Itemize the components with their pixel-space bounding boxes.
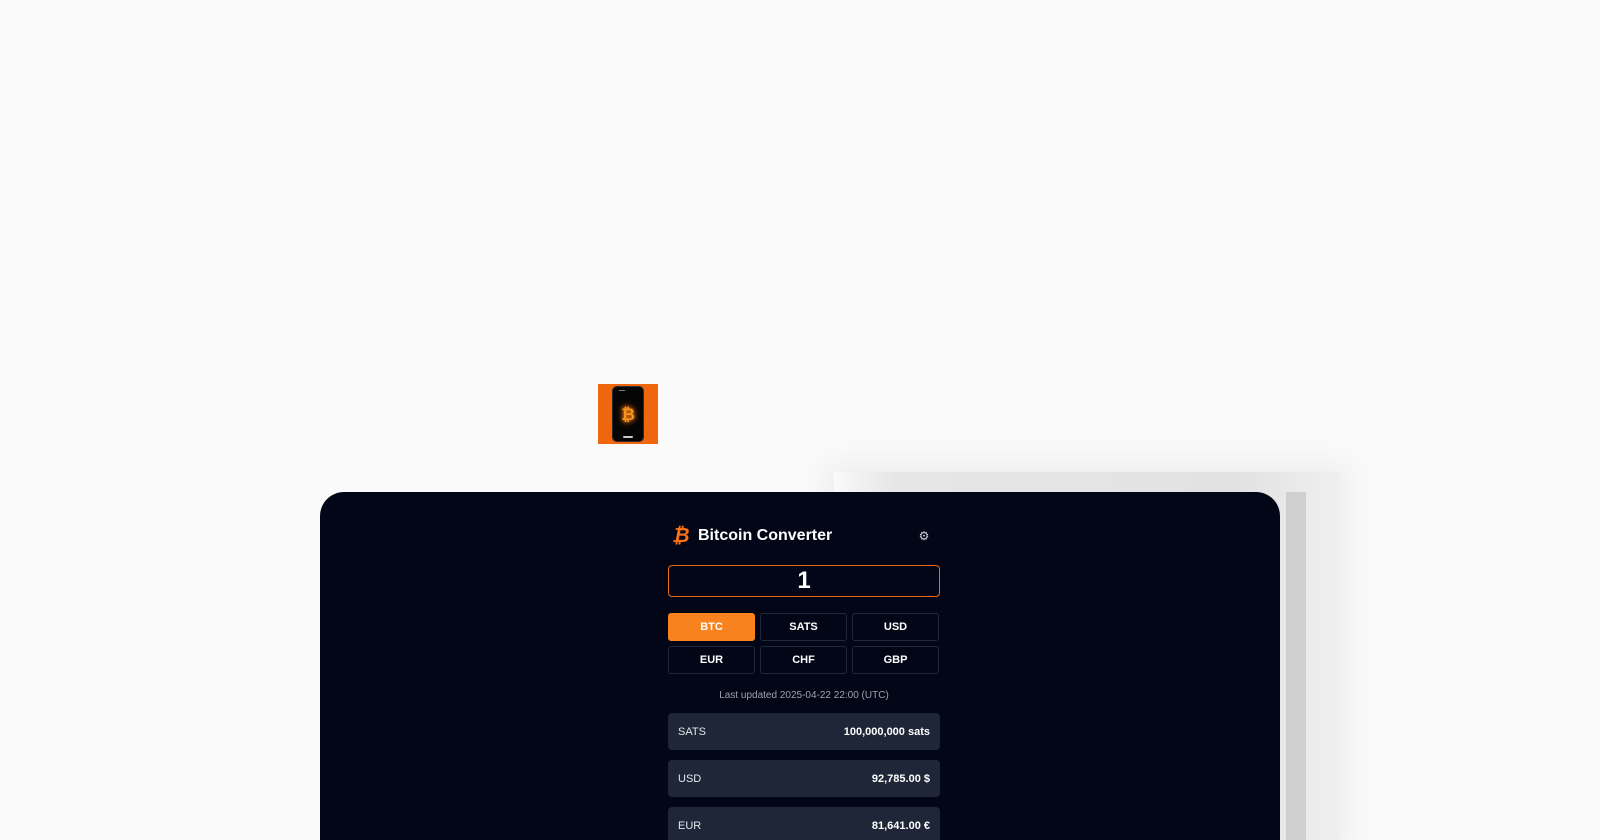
result-value: 81,641.00 € — [871, 819, 930, 832]
unit-button-sats[interactable]: SATS — [760, 613, 847, 641]
result-row-sats: SATS 100,000,000 sats — [668, 713, 940, 750]
amount-input[interactable] — [668, 565, 940, 597]
unit-selector: BTC SATS USD EUR CHF GBP — [668, 613, 940, 674]
app-title: Bitcoin Converter — [698, 527, 833, 544]
last-updated-text: Last updated 2025-04-22 22:00 (UTC) — [719, 690, 889, 701]
unit-button-chf[interactable]: CHF — [760, 646, 847, 674]
unit-button-eur[interactable]: EUR — [668, 646, 755, 674]
app-window: ₿ Bitcoin Converter ⚙ BTC SATS USD EUR C… — [320, 492, 1280, 840]
bitcoin-icon: ₿ — [621, 404, 635, 424]
settings-gear-icon[interactable]: ⚙ — [916, 528, 932, 544]
phone-home-bar — [623, 436, 633, 438]
bitcoin-logo-icon: ₿ — [672, 524, 690, 547]
page: ₿ ₿ Bitcoin Converter ⚙ BTC SATS USD EUR… — [0, 0, 1600, 840]
results-list: SATS 100,000,000 sats USD 92,785.00 $ EU… — [668, 713, 940, 840]
unit-button-gbp[interactable]: GBP — [852, 646, 939, 674]
phone-icon: ₿ — [612, 386, 644, 442]
app-icon[interactable]: ₿ — [598, 384, 658, 444]
result-value: 92,785.00 $ — [871, 772, 930, 785]
result-label: EUR — [678, 819, 702, 832]
unit-button-usd[interactable]: USD — [852, 613, 939, 641]
phone-notch — [619, 390, 625, 391]
unit-button-btc[interactable]: BTC — [668, 613, 755, 641]
result-row-usd: USD 92,785.00 $ — [668, 760, 940, 797]
header: ₿ Bitcoin Converter ⚙ — [668, 524, 940, 548]
result-label: USD — [678, 772, 702, 785]
result-value: 100,000,000 sats — [843, 725, 930, 738]
result-row-eur: EUR 81,641.00 € — [668, 807, 940, 840]
result-label: SATS — [678, 725, 706, 738]
